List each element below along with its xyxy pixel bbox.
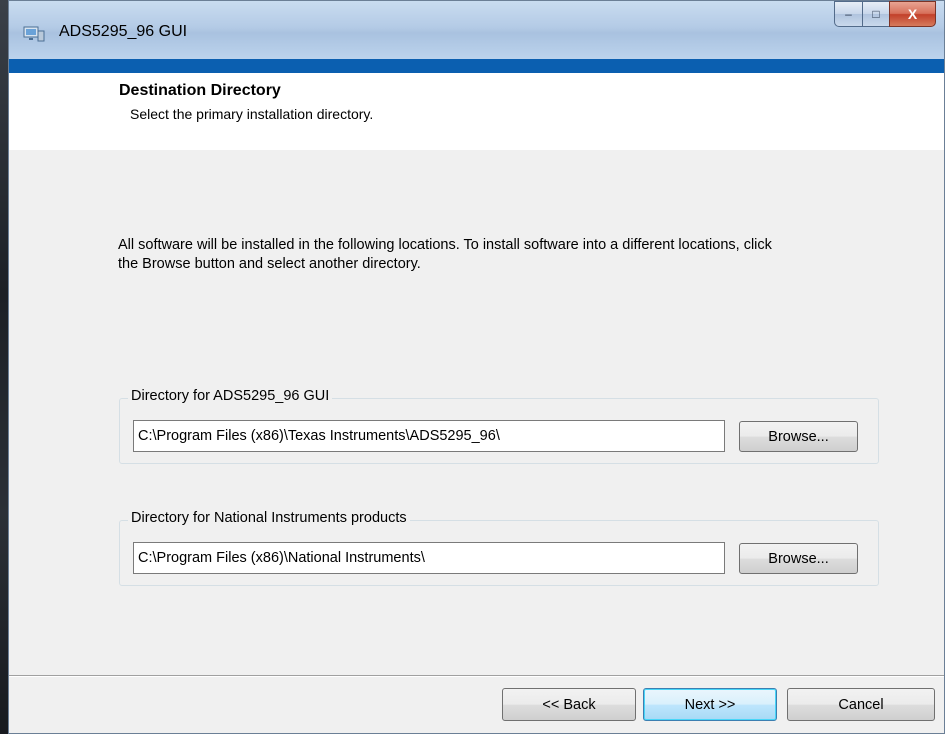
ni-browse-button[interactable]: Browse... — [739, 543, 858, 574]
ni-directory-group: Directory for National Instruments produ… — [119, 510, 879, 586]
window-title: ADS5295_96 GUI — [59, 23, 188, 40]
installer-window: ADS5295_96 GUI – □ X Destination Directo… — [8, 0, 945, 734]
gui-directory-input[interactable] — [133, 420, 725, 452]
gui-directory-label: Directory for ADS5295_96 GUI — [128, 388, 333, 404]
caption-buttons: – □ X — [834, 1, 936, 27]
ni-directory-label: Directory for National Instruments produ… — [128, 510, 410, 526]
installer-app-icon — [23, 26, 45, 42]
close-icon: X — [907, 6, 918, 22]
wizard-content: All software will be installed in the fo… — [9, 150, 944, 675]
page-subtitle: Select the primary installation director… — [130, 106, 374, 122]
cancel-button[interactable]: Cancel — [787, 688, 935, 721]
gui-browse-button[interactable]: Browse... — [739, 421, 858, 452]
maximize-icon: □ — [872, 7, 880, 21]
ni-directory-input[interactable] — [133, 542, 725, 574]
footer-divider — [9, 675, 944, 677]
maximize-button[interactable]: □ — [862, 1, 889, 27]
gui-directory-group: Directory for ADS5295_96 GUI Browse... — [119, 388, 879, 464]
minimize-button[interactable]: – — [834, 1, 862, 27]
back-button[interactable]: << Back — [502, 688, 636, 721]
next-button[interactable]: Next >> — [643, 688, 777, 721]
minimize-icon: – — [845, 7, 852, 21]
title-bar[interactable]: ADS5295_96 GUI – □ X — [9, 1, 944, 59]
page-title: Destination Directory — [119, 82, 281, 99]
accent-strip — [9, 59, 944, 73]
install-info-text: All software will be installed in the fo… — [118, 237, 772, 272]
wizard-header: Destination Directory Select the primary… — [9, 73, 944, 150]
close-button[interactable]: X — [889, 1, 936, 27]
